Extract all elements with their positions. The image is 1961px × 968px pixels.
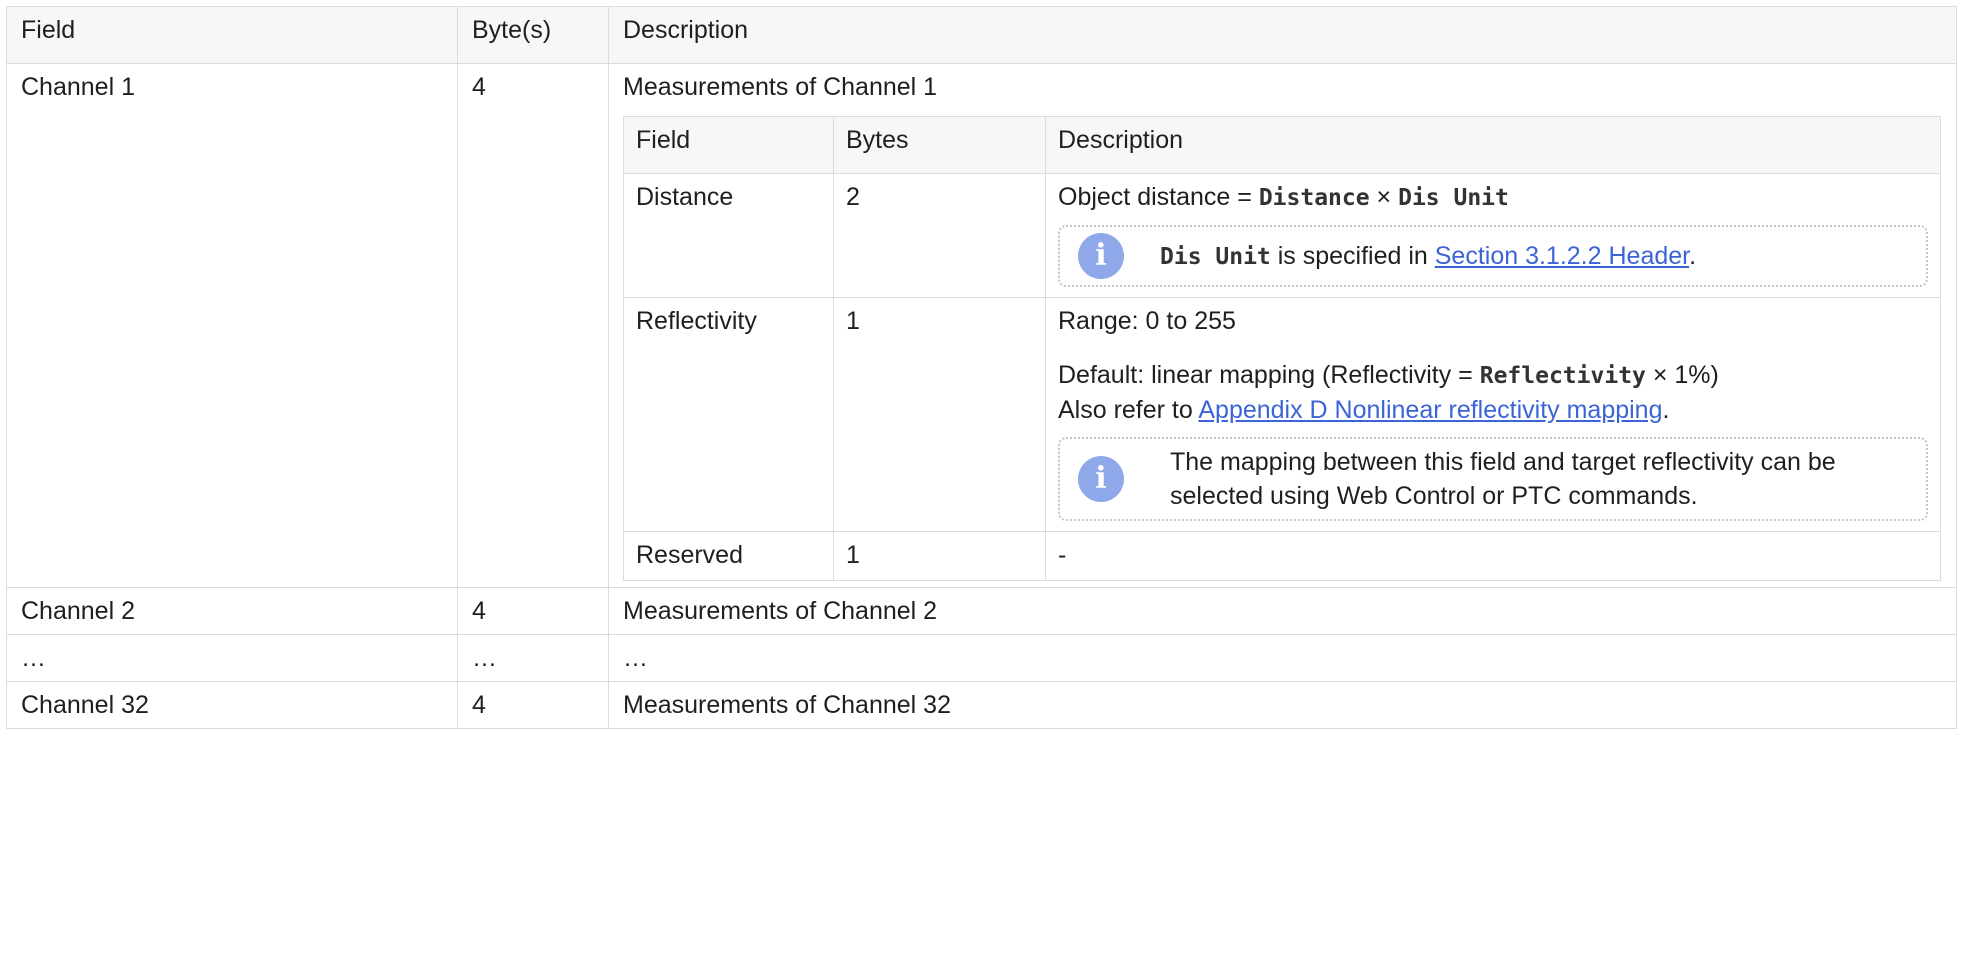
bytes-cell: …	[457, 634, 609, 682]
info-icon: i	[1078, 233, 1124, 279]
code-reflectivity: Reflectivity	[1479, 363, 1646, 389]
bytes-cell: 1	[833, 297, 1046, 532]
description-cell: -	[1045, 531, 1941, 581]
table-row: Channel 32 4 Measurements of Channel 32	[6, 681, 1957, 729]
table-row: … … …	[6, 634, 1957, 682]
description-cell: Measurements of Channel 2	[608, 587, 1957, 635]
field-cell: Channel 32	[6, 681, 458, 729]
code-distance: Distance	[1258, 185, 1370, 211]
note-text: The mapping between this field and targe…	[1170, 448, 1836, 510]
field-cell: …	[6, 634, 458, 682]
inner-header-description: Description	[1045, 116, 1941, 174]
range-text: Range: 0 to 255	[1058, 307, 1236, 335]
header-field: Field	[6, 6, 458, 64]
channel-table-header: Field Byte(s) Description	[6, 6, 1957, 64]
field-cell: Reflectivity	[623, 297, 834, 532]
channel-description: Measurements of Channel 1	[623, 73, 938, 101]
header-bytes: Byte(s)	[457, 6, 609, 64]
default-mapping-text: Default: linear mapping (Reflectivity = …	[1058, 361, 1719, 389]
bytes-cell: 1	[833, 531, 1046, 581]
table-row: Channel 2 4 Measurements of Channel 2	[6, 587, 1957, 635]
bytes-cell: 4	[457, 681, 609, 729]
description-cell: Object distance = Distance × Dis Unit i …	[1045, 173, 1941, 298]
distance-formula: Object distance = Distance × Dis Unit	[1058, 183, 1509, 211]
description-cell: Measurements of Channel 32	[608, 681, 1957, 729]
appendix-d-link[interactable]: Appendix D Nonlinear reflectivity mappin…	[1198, 396, 1662, 424]
note-text: Dis Unit is specified in Section 3.1.2.2…	[1160, 241, 1697, 270]
bytes-cell: 4	[457, 587, 609, 635]
bytes-cell: 4	[457, 63, 609, 588]
info-note: i Dis Unit is specified in Section 3.1.2…	[1058, 225, 1928, 287]
code-dis-unit: Dis Unit	[1160, 243, 1271, 270]
field-cell: Distance	[623, 173, 834, 298]
info-note: i The mapping between this field and tar…	[1058, 437, 1928, 521]
info-icon: i	[1078, 456, 1124, 502]
field-cell: Channel 1	[6, 63, 458, 588]
description-cell: Range: 0 to 255 Default: linear mapping …	[1045, 297, 1941, 532]
field-cell: Channel 2	[6, 587, 458, 635]
also-refer-text: Also refer to Appendix D Nonlinear refle…	[1058, 396, 1670, 424]
bytes-cell: 2	[833, 173, 1046, 298]
channel-fields-header: Field Bytes Description	[623, 116, 1941, 174]
section-header-link[interactable]: Section 3.1.2.2 Header	[1435, 242, 1689, 270]
channel-table: Field Byte(s) Description Channel 1 4 Me…	[6, 6, 1957, 729]
table-row: Distance 2 Object distance = Distance × …	[623, 173, 1941, 298]
description-cell: Measurements of Channel 1 Field Bytes De…	[608, 63, 1957, 588]
table-row: Reserved 1 -	[623, 531, 1941, 581]
description-cell: …	[608, 634, 1957, 682]
field-cell: Reserved	[623, 531, 834, 581]
table-row: Reflectivity 1 Range: 0 to 255 Default: …	[623, 297, 1941, 532]
channel-fields-table: Field Bytes Description Distance 2 Objec…	[623, 116, 1941, 581]
inner-header-field: Field	[623, 116, 834, 174]
inner-header-bytes: Bytes	[833, 116, 1046, 174]
table-row: Channel 1 4 Measurements of Channel 1 Fi…	[6, 63, 1957, 588]
header-description: Description	[608, 6, 1957, 64]
code-dis-unit: Dis Unit	[1398, 185, 1509, 211]
